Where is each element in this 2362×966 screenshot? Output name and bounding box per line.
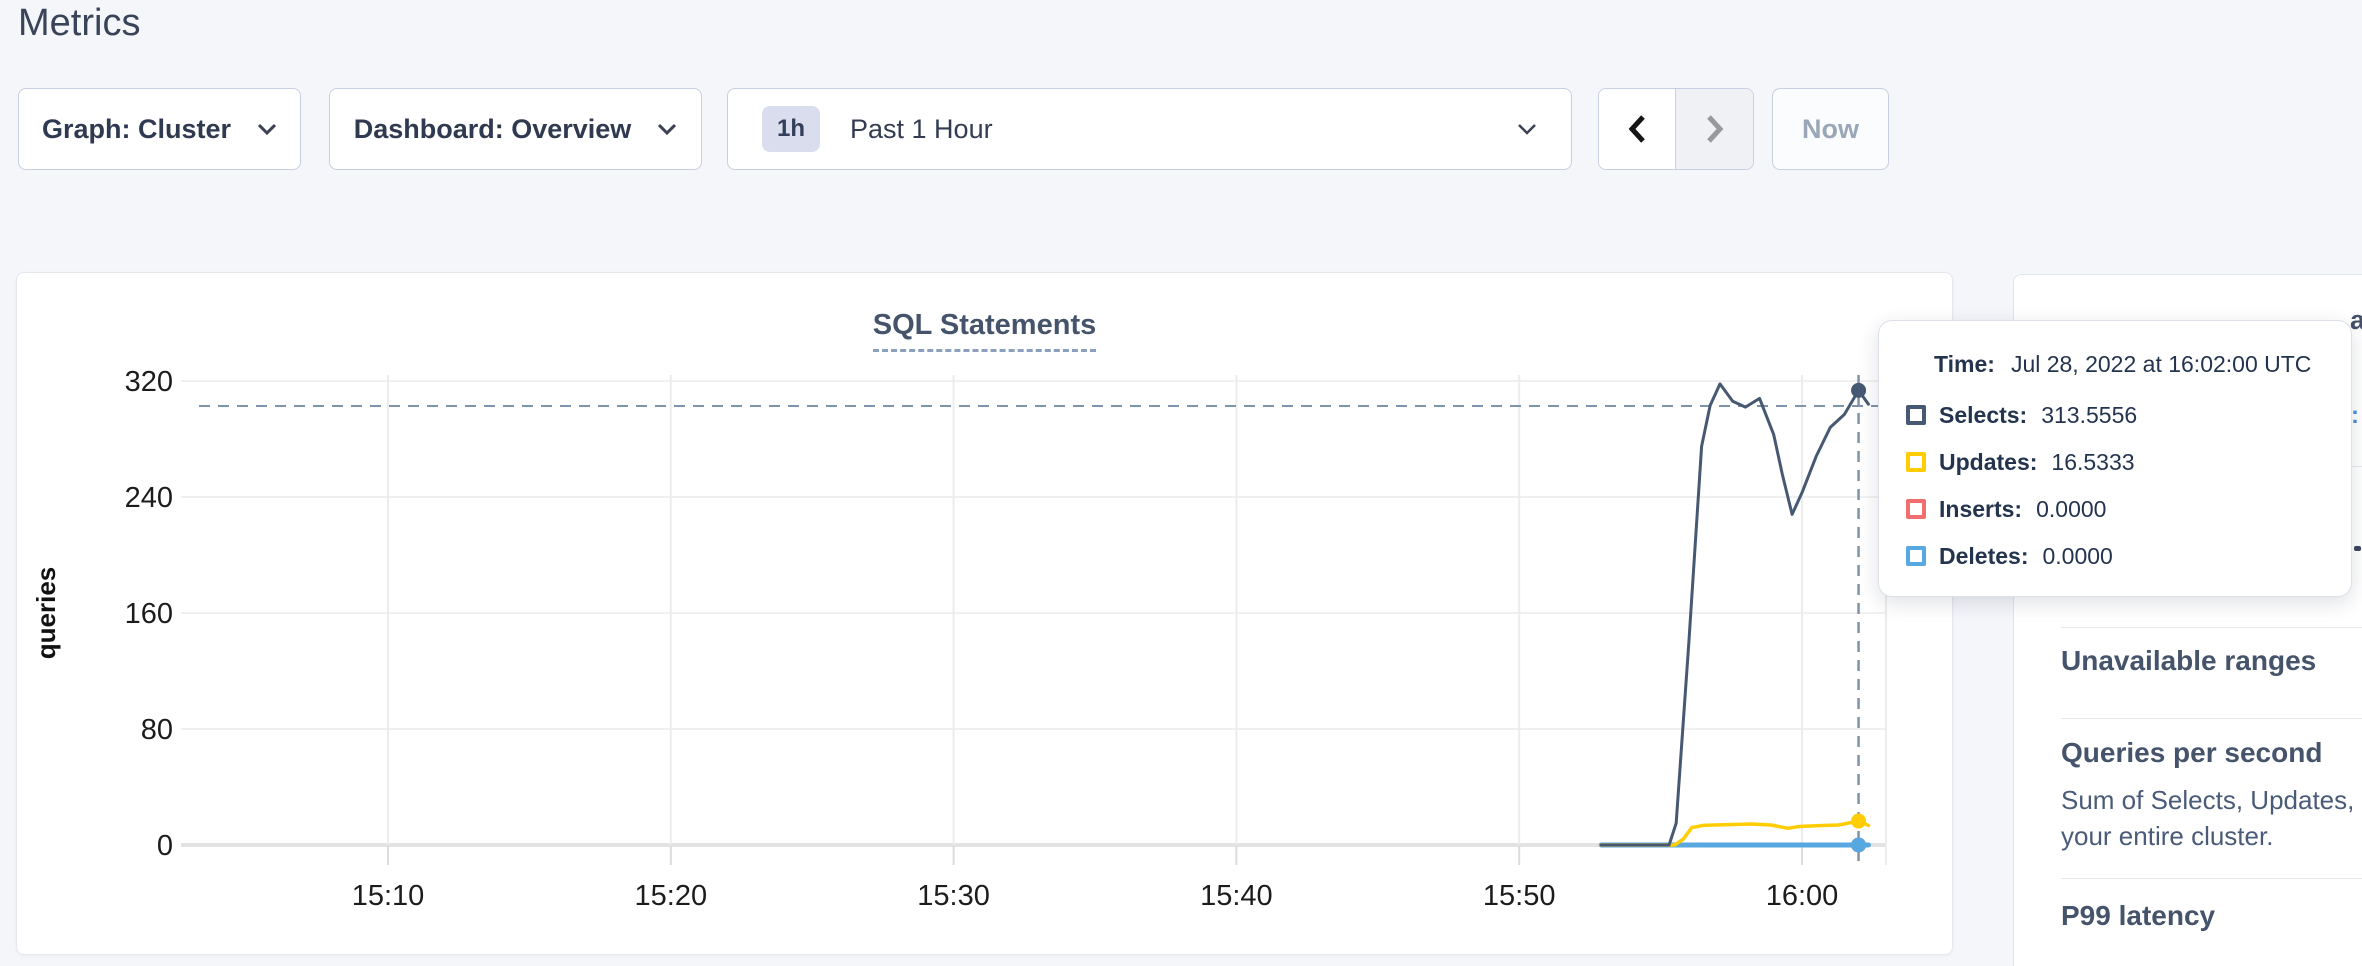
series-line-selects [1601,384,1868,845]
axis-label: 0 [157,830,173,862]
tooltip-row-deletes: Deletes: 0.0000 [1906,543,2351,569]
dashboard-dropdown[interactable]: Dashboard: Overview [329,88,702,170]
dashboard-dropdown-label: Dashboard: Overview [354,114,632,145]
time-prev-button[interactable] [1599,89,1676,169]
sql-statements-chart[interactable]: 320 240 160 80 0 15:10 15:20 15:30 15:40 15:50 16:… [17,273,1954,956]
hover-dot-updates [1851,814,1866,829]
sql-statements-panel: SQL Statements 32024016080015:1015:2015:… [16,272,1953,955]
axis-label: 15:50 [1483,880,1556,912]
chevron-down-icon [657,123,677,135]
tooltip-series-label: Deletes: [1939,543,2028,570]
clipped-sidebar-mark [2354,546,2361,551]
tooltip-series-value: 313.5556 [2041,402,2137,429]
time-next-button-disabled[interactable] [1676,89,1753,169]
tooltip-series-value: 0.0000 [2042,543,2112,570]
tooltip-series-label: Selects: [1939,402,2027,429]
stat-queries-per-second: Queries per second [2061,737,2322,769]
tooltip-series-label: Inserts: [1939,496,2022,523]
tooltip-time-row: Time: Jul 28, 2022 at 16:02:00 UTC [1934,351,2351,378]
tooltip-series-value: 0.0000 [2036,496,2106,523]
hover-dot-deletes [1851,838,1866,853]
tooltip-time-label: Time: [1934,351,1995,377]
stat-p99-latency: P99 latency [2061,900,2215,932]
time-range-selector[interactable]: 1h Past 1 Hour [727,88,1572,170]
stat-description-line2: your entire cluster. [2061,821,2273,852]
deletes-legend-icon [1906,546,1926,566]
chevron-left-icon [1626,114,1648,144]
selects-legend-icon [1906,405,1926,425]
series-line-updates [1601,821,1868,845]
time-range-badge: 1h [762,106,820,152]
chart-hover-tooltip: Time: Jul 28, 2022 at 16:02:00 UTC Select… [1878,320,2352,597]
tooltip-row-selects: Selects: 313.5556 [1906,402,2351,428]
divider [2061,718,2362,719]
time-nav-group [1598,88,1754,170]
chevron-down-icon [257,123,277,135]
updates-legend-icon [1906,452,1926,472]
tooltip-time-value: Jul 28, 2022 at 16:02:00 UTC [2011,351,2311,377]
axis-label: 16:00 [1766,880,1839,912]
axis-label: 15:20 [635,880,708,912]
time-range-label: Past 1 Hour [850,114,993,145]
divider [2061,878,2362,879]
chevron-down-icon [1517,123,1537,135]
tooltip-row-inserts: Inserts: 0.0000 [1906,496,2351,522]
page-title: Metrics [18,2,140,45]
divider [2061,627,2362,628]
axis-label: 15:10 [352,880,425,912]
chevron-right-icon [1704,114,1726,144]
hover-dot-selects [1851,383,1866,398]
axis-label: 80 [141,714,173,746]
tooltip-row-updates: Updates: 16.5333 [1906,449,2351,475]
graph-dropdown[interactable]: Graph: Cluster [18,88,301,170]
axis-label: 15:30 [917,880,990,912]
tooltip-series-value: 16.5333 [2051,449,2134,476]
clipped-sidebar-link: : [2351,402,2359,430]
axis-label: 240 [125,482,173,514]
tooltip-series-label: Updates: [1939,449,2037,476]
now-button[interactable]: Now [1772,88,1889,170]
axis-label: 15:40 [1200,880,1273,912]
graph-dropdown-label: Graph: Cluster [42,114,231,145]
inserts-legend-icon [1906,499,1926,519]
stat-unavailable-ranges: Unavailable ranges [2061,645,2316,677]
stat-description-line1: Sum of Selects, Updates, Inser [2061,785,2362,816]
axis-label: 320 [125,366,173,398]
axis-label: queries [31,567,61,660]
axis-label: 160 [125,598,173,630]
